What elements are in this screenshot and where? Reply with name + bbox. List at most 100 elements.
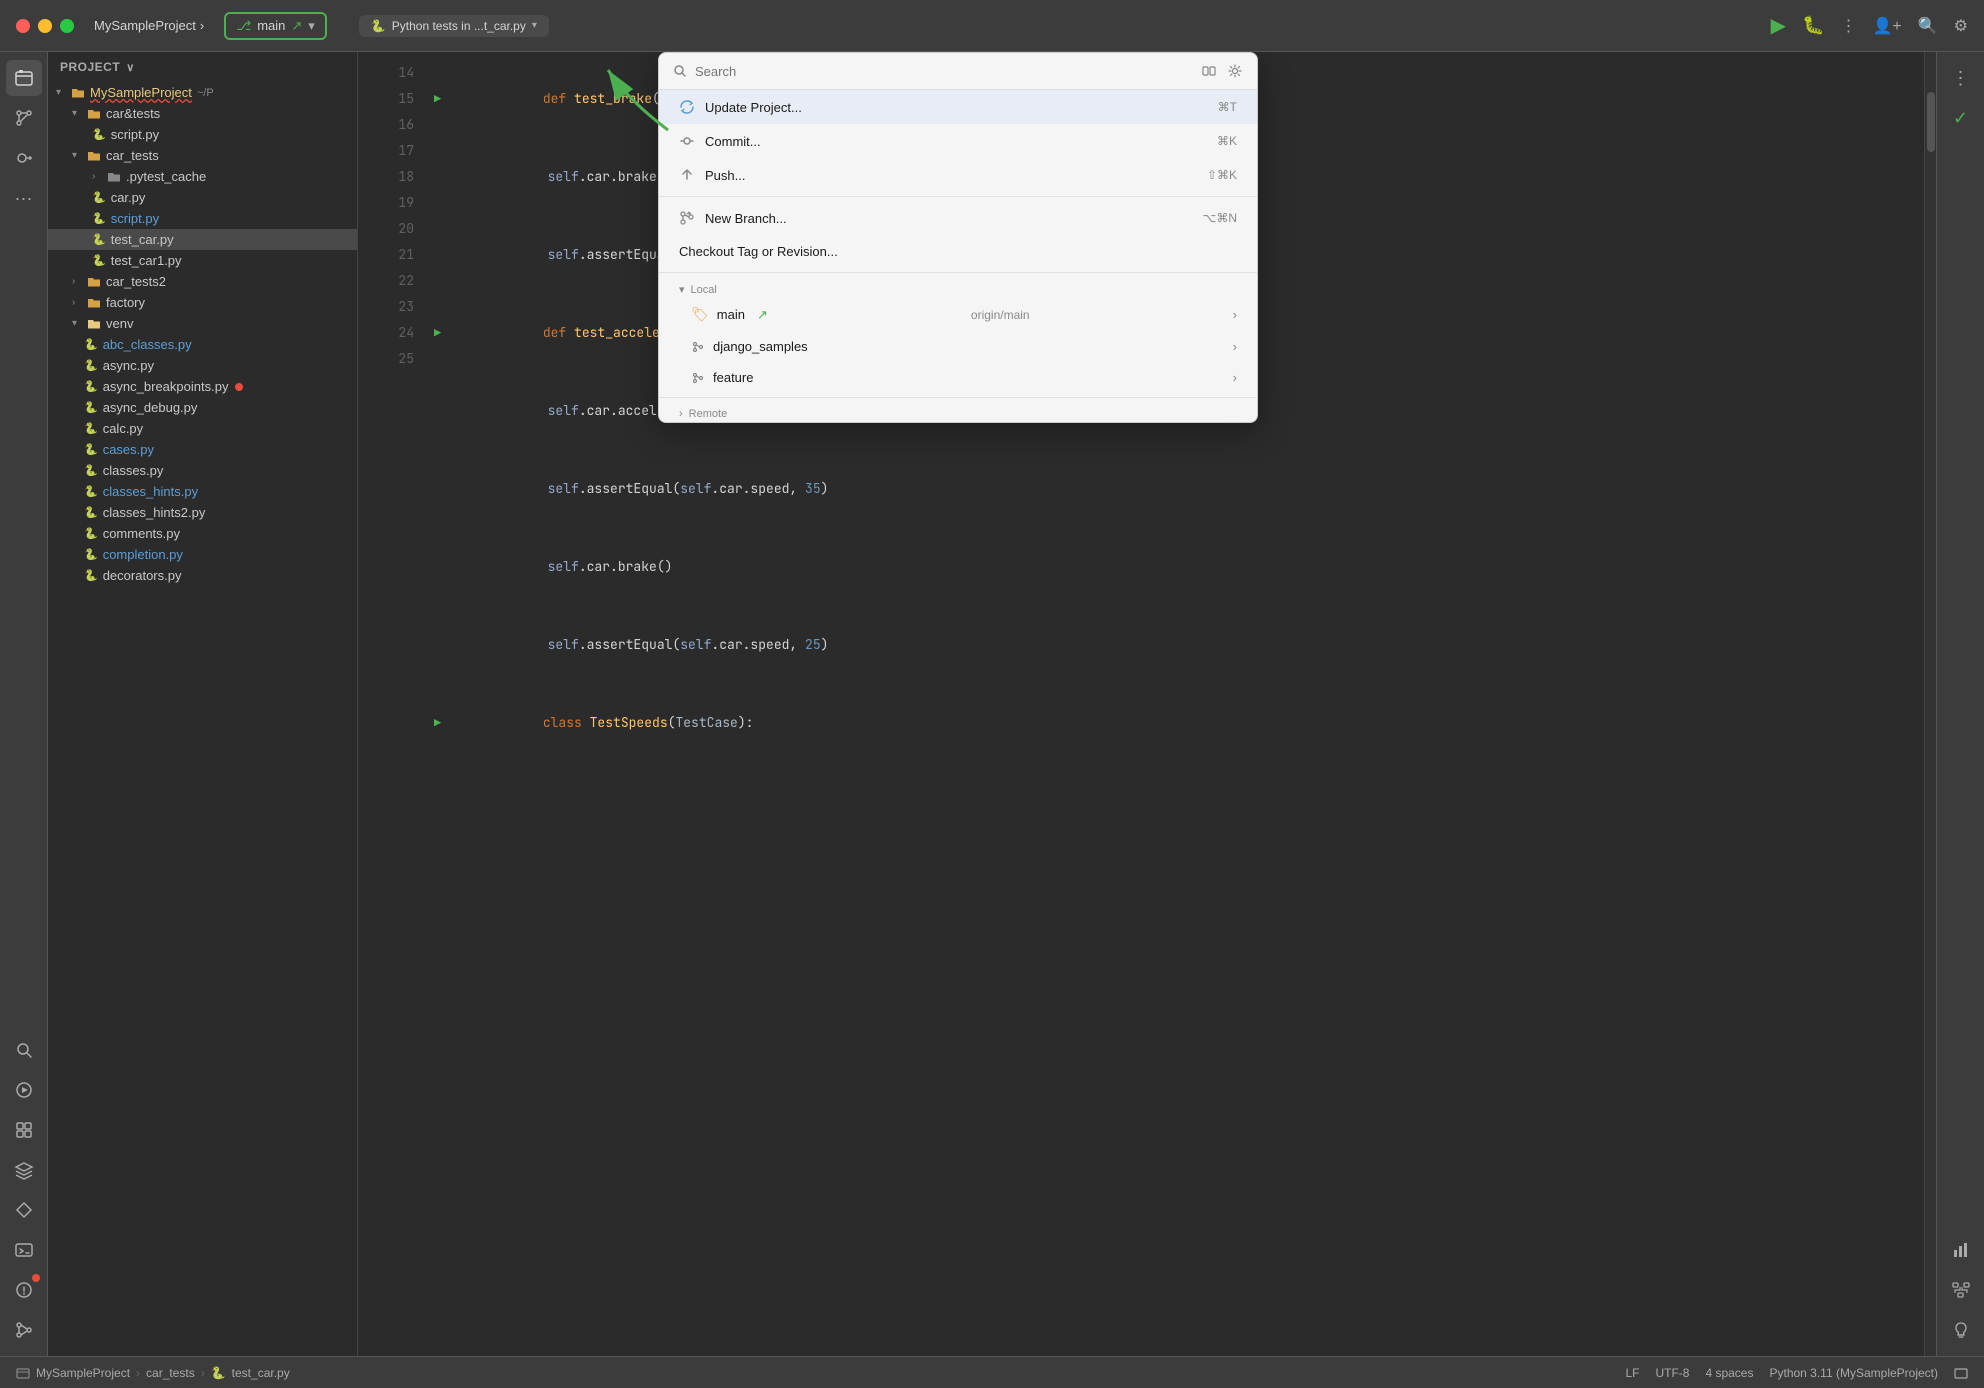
run-gutter-25[interactable]: ▶ <box>434 710 441 736</box>
sidebar-item-search[interactable] <box>6 1032 42 1068</box>
tree-item-async-breakpoints[interactable]: 🐍 async_breakpoints.py <box>48 376 357 397</box>
tree-item-venv[interactable]: ▾ venv <box>48 313 357 334</box>
python-file-icon-blue: 🐍 <box>92 233 106 246</box>
run-gutter-14[interactable]: ▶ <box>434 86 441 112</box>
left-icon-sidebar: ··· <box>0 52 48 1356</box>
add-user-button[interactable]: 👤+ <box>1872 16 1901 36</box>
python-file-icon-blue: 🐍 <box>84 443 98 456</box>
tree-item-completion[interactable]: 🐍 completion.py <box>48 544 357 565</box>
tree-item-car-py[interactable]: 🐍 car.py <box>48 187 357 208</box>
python-file-icon: 🐍 <box>84 380 98 393</box>
tree-item-decorators[interactable]: 🐍 decorators.py <box>48 565 357 586</box>
main-layout: ··· <box>0 52 1984 1356</box>
dropdown-item-checkout-tag[interactable]: Checkout Tag or Revision... <box>659 235 1257 268</box>
sidebar-item-notifications[interactable] <box>6 1272 42 1308</box>
sidebar-item-key[interactable] <box>6 140 42 176</box>
search-button[interactable]: 🔍 <box>1918 16 1938 36</box>
tree-item-classes-hints[interactable]: 🐍 classes_hints.py <box>48 481 357 502</box>
tree-item-script-py2[interactable]: 🐍 script.py <box>48 208 357 229</box>
right-sidebar-checkmark[interactable]: ✓ <box>1943 100 1979 136</box>
python-file-icon: 🐍 <box>84 464 98 477</box>
collapse-arrow-icon: ▾ <box>679 283 685 296</box>
git-branch-icon: ⎇ <box>236 18 251 34</box>
python-file-icon: 🐍 <box>92 254 106 267</box>
branch-selector-button[interactable]: ⎇ main ↗ ▾ <box>224 12 327 40</box>
minimize-button[interactable] <box>38 19 52 33</box>
sidebar-item-run-debug[interactable] <box>6 1072 42 1108</box>
tree-item-car-tests2-folder[interactable]: › car_tests2 <box>48 271 357 292</box>
editor-tab[interactable]: 🐍 Python tests in ...t_car.py ▾ <box>359 15 549 37</box>
sidebar-item-layers[interactable] <box>6 1152 42 1188</box>
push-icon <box>679 167 695 183</box>
dropdown-divider-3 <box>659 397 1257 398</box>
tree-item-async-debug[interactable]: 🐍 async_debug.py <box>48 397 357 418</box>
folder-icon <box>87 275 101 289</box>
right-sidebar-structure[interactable] <box>1943 1272 1979 1308</box>
tree-item-script-py[interactable]: 🐍 script.py <box>48 124 357 145</box>
tree-item-async[interactable]: 🐍 async.py <box>48 355 357 376</box>
settings-button[interactable]: ⚙ <box>1954 16 1968 36</box>
tree-item-car-tests[interactable]: ▾ car&tests <box>48 103 357 124</box>
right-sidebar-chart[interactable] <box>1943 1232 1979 1268</box>
branch-ahead-icon: ↗ <box>757 307 768 323</box>
sidebar-item-project[interactable] <box>6 60 42 96</box>
dropdown-divider-1 <box>659 196 1257 197</box>
sidebar-item-vcs[interactable] <box>6 1312 42 1348</box>
dropdown-item-new-branch[interactable]: New Branch... ⌥⌘N <box>659 201 1257 235</box>
tree-item-test-car-py[interactable]: 🐍 test_car.py <box>48 229 357 250</box>
python-file-icon-blue: 🐍 <box>84 338 98 351</box>
run-gutter-18[interactable]: ▶ <box>434 320 441 346</box>
sidebar-item-plugins[interactable] <box>6 1112 42 1148</box>
python-file-icon: 🐍 <box>84 401 98 414</box>
tree-item-abc-classes[interactable]: 🐍 abc_classes.py <box>48 334 357 355</box>
branch-search-input[interactable] <box>695 64 1193 79</box>
dropdown-item-push[interactable]: Push... ⇧⌘K <box>659 158 1257 192</box>
file-tree-panel: Project ∨ ▾ MySampleProject ~/P ▾ car&te… <box>48 52 358 1356</box>
python-file-icon-blue: 🐍 <box>84 548 98 561</box>
tree-item-pytest-cache[interactable]: › .pytest_cache <box>48 166 357 187</box>
dropdown-branch-django-samples[interactable]: django_samples › <box>659 331 1257 362</box>
chevron-right-icon: › <box>1233 307 1237 322</box>
maximize-button[interactable] <box>60 19 74 33</box>
tree-item-cases[interactable]: 🐍 cases.py <box>48 439 357 460</box>
chevron-down-icon: ▾ <box>308 18 315 34</box>
breadcrumb: MySampleProject › car_tests › 🐍 test_car… <box>16 1366 290 1380</box>
dropdown-branch-main[interactable]: 🏷 main ↗ origin/main › <box>659 298 1257 331</box>
titlebar-actions: ▶ 🐛 ⋮ 👤+ 🔍 ⚙ <box>1771 13 1968 38</box>
folder-icon <box>87 149 101 163</box>
close-button[interactable] <box>16 19 30 33</box>
sidebar-item-git[interactable] <box>6 100 42 136</box>
gear-icon[interactable] <box>1227 63 1243 79</box>
tree-item-classes[interactable]: 🐍 classes.py <box>48 460 357 481</box>
tree-item-root[interactable]: ▾ MySampleProject ~/P <box>48 82 357 103</box>
python-file-icon: 🐍 <box>92 128 106 141</box>
tree-item-test-car1-py[interactable]: 🐍 test_car1.py <box>48 250 357 271</box>
tree-item-car-tests2[interactable]: ▾ car_tests <box>48 145 357 166</box>
right-sidebar-more[interactable]: ⋮ <box>1943 60 1979 96</box>
folder-icon <box>107 170 121 184</box>
sidebar-item-deploy[interactable] <box>6 1192 42 1228</box>
dropdown-item-update-project[interactable]: Update Project... ⌘T <box>659 90 1257 124</box>
right-sidebar-ai[interactable] <box>1943 1312 1979 1348</box>
tree-item-comments[interactable]: 🐍 comments.py <box>48 523 357 544</box>
chevron-right-icon: › <box>1233 370 1237 385</box>
project-name[interactable]: MySampleProject › <box>94 18 204 33</box>
sidebar-item-more[interactable]: ··· <box>6 180 42 216</box>
branch-dropdown: Update Project... ⌘T Commit... ⌘K Push..… <box>658 52 1258 423</box>
dropdown-item-commit[interactable]: Commit... ⌘K <box>659 124 1257 158</box>
status-bar-right: LF UTF-8 4 spaces Python 3.11 (MySampleP… <box>1625 1366 1968 1380</box>
sidebar-item-terminal[interactable] <box>6 1232 42 1268</box>
more-menu-button[interactable]: ⋮ <box>1840 16 1856 36</box>
debug-button[interactable]: 🐛 <box>1802 15 1824 36</box>
run-button[interactable]: ▶ <box>1771 13 1786 38</box>
tree-item-calc[interactable]: 🐍 calc.py <box>48 418 357 439</box>
python-file-icon: 🐍 <box>211 1366 226 1380</box>
folder-icon <box>87 296 101 310</box>
collapse-icon[interactable] <box>1201 63 1217 79</box>
dropdown-branch-feature[interactable]: feature › <box>659 362 1257 393</box>
tree-item-classes-hints2[interactable]: 🐍 classes_hints2.py <box>48 502 357 523</box>
code-line-20: self.assertEqual(self.car.speed, 35) <box>426 450 1924 528</box>
tree-item-factory[interactable]: › factory <box>48 292 357 313</box>
scrollbar[interactable] <box>1924 52 1936 1356</box>
scrollbar-thumb[interactable] <box>1927 92 1935 152</box>
